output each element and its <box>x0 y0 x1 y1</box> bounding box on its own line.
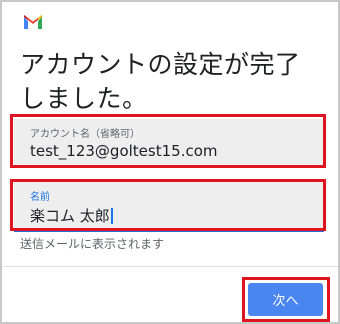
next-button[interactable]: 次へ <box>248 283 323 316</box>
text-cursor <box>110 208 113 224</box>
name-label: 名前 <box>30 192 50 203</box>
name-value-wrapper[interactable]: 楽コム 太郎 <box>30 205 113 226</box>
name-field[interactable]: 名前 楽コム 太郎 <box>14 182 324 232</box>
account-name-value[interactable]: test_123@goltest15.com <box>30 142 218 160</box>
page-title: アカウントの設定が完了しました。 <box>20 50 301 113</box>
account-name-label: アカウント名（省略可） <box>30 129 140 140</box>
name-value[interactable]: 楽コム 太郎 <box>30 207 110 225</box>
gmail-logo-icon <box>24 15 42 29</box>
account-name-field[interactable]: アカウント名（省略可） test_123@goltest15.com <box>14 119 324 167</box>
name-hint: 送信メールに表示されます <box>20 237 165 251</box>
footer-divider <box>2 266 338 267</box>
